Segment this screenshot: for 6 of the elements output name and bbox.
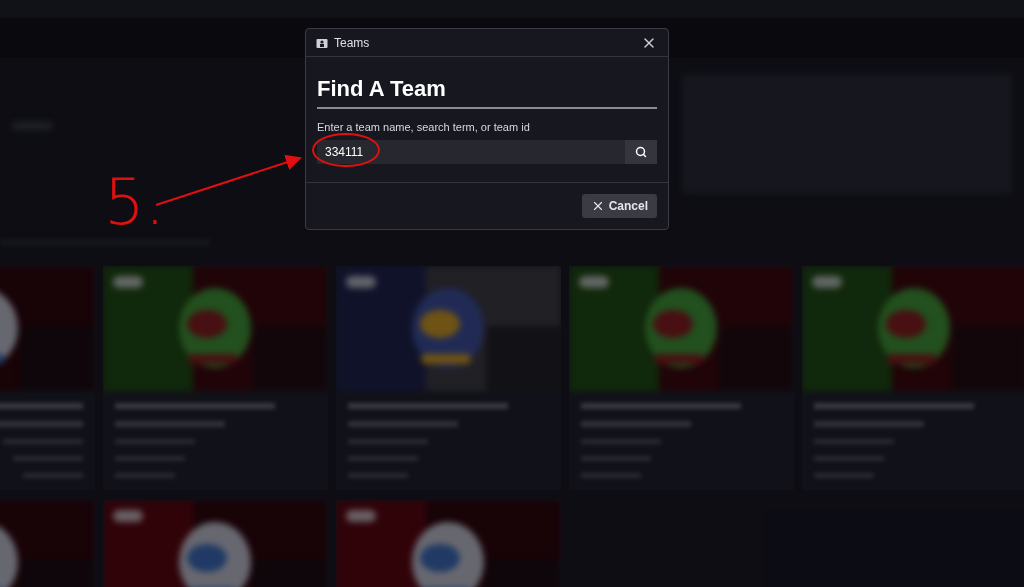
dialog-heading: Find A Team [317,75,657,109]
search-field[interactable]: 334111 [317,139,625,164]
cancel-button[interactable]: Cancel [581,193,657,218]
dialog-title: Teams [334,34,370,52]
field-label: Enter a team name, search term, or team id [317,120,531,135]
annotation-number: 5. [104,164,166,241]
